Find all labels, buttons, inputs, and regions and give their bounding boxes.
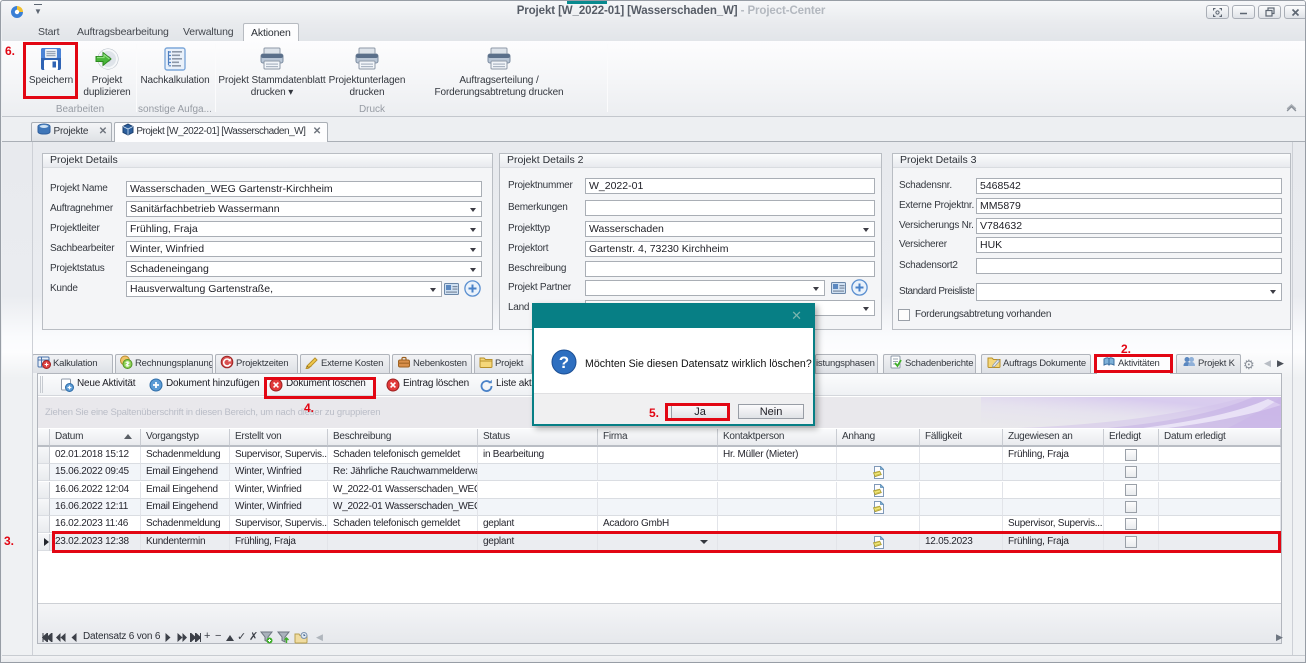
svg-text:?: ?: [559, 353, 569, 372]
